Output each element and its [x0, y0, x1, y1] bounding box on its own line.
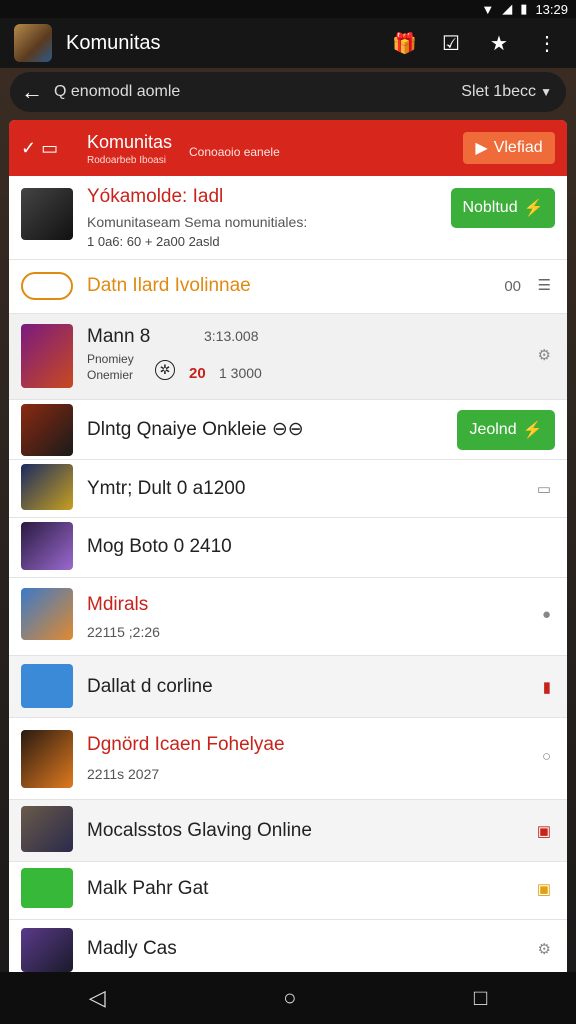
list-item[interactable]: Dallat d corline ▮ — [9, 656, 567, 718]
item-title: Yókamolde: Iadl — [87, 186, 224, 207]
game-thumbnail — [21, 588, 73, 640]
panel-tagline: Conoaoio eanele — [189, 145, 280, 159]
header-action-button[interactable]: ▶ Vlefiad — [463, 132, 555, 164]
section-logo-icon — [21, 272, 73, 300]
signal-icon: ◢ — [502, 1, 513, 16]
join-button-label: Jeolnd — [469, 421, 517, 438]
app-bar: Komunitas 🎁 ☑ ★ ⋮ — [0, 18, 576, 68]
chat-icon[interactable]: ▭ — [537, 480, 551, 498]
menu-icon[interactable]: ☰ — [538, 276, 551, 294]
item-time: 2211s 2027 — [87, 766, 160, 782]
list-item[interactable]: Malk Pahr Gat ▣ — [9, 862, 567, 920]
item-title: Malk Pahr Gat — [87, 878, 209, 899]
game-thumbnail — [21, 324, 73, 388]
battery-icon: ▮ — [520, 1, 528, 16]
list-item[interactable]: Dlntg Qnaiye Onkleie ⊖⊖ Jeolnd ⚡ — [9, 400, 567, 460]
back-nav-icon[interactable]: ◁ — [89, 985, 106, 1011]
item-description: Komunitaseam Sema nomunitiales: — [87, 214, 308, 230]
chevron-down-icon[interactable]: ▼ — [540, 85, 552, 99]
join-button[interactable]: Nobltud ⚡ — [451, 188, 555, 228]
game-thumbnail — [21, 730, 73, 788]
gift-icon[interactable]: 🎁 — [392, 31, 417, 56]
list-item[interactable]: Yókamolde: Iadl Komunitaseam Sema nomuni… — [9, 176, 567, 260]
list-item[interactable]: Madly Cas ⚙ — [9, 920, 567, 972]
lightning-icon: ⚡ — [523, 200, 544, 217]
item-title: Datn Ilard Ivolinnae — [87, 275, 251, 296]
game-thumbnail — [21, 868, 73, 908]
item-title: Dlntg Qnaiye Onkleie ⊖⊖ — [87, 419, 304, 440]
game-thumbnail — [21, 806, 73, 852]
clock: 13:29 — [535, 1, 568, 17]
item-number: 1 3000 — [219, 365, 262, 381]
list-item[interactable]: Mdirals 22115 ;2:26 ● — [9, 578, 567, 656]
item-time: 22115 ;2:26 — [87, 624, 160, 640]
game-thumbnail — [21, 664, 73, 708]
more-vert-icon[interactable]: ⋮ — [536, 31, 558, 56]
play-icon: ▶ — [475, 140, 488, 157]
header-action-label: Vlefiad — [493, 139, 543, 156]
panel-subtitle: Rodoarbeb Iboasi — [87, 155, 166, 166]
brand-logo-icon: ✓ ▭ — [21, 137, 59, 158]
game-thumbnail — [21, 188, 73, 240]
system-nav-bar: ◁ ○ □ — [0, 972, 576, 1024]
game-thumbnail — [21, 404, 73, 456]
badge-icon: ▣ — [536, 823, 551, 840]
item-title: Mog Boto 0 2410 — [87, 536, 232, 557]
badge-icon: ▮ — [542, 679, 551, 696]
list-item[interactable]: Mocalsstos Glaving Online ▣ — [9, 800, 567, 862]
item-title: Mdirals — [87, 594, 149, 615]
lightning-icon: ⚡ — [522, 422, 543, 439]
item-label-2: Onemier — [87, 368, 134, 382]
status-dot-icon: ● — [541, 606, 551, 623]
item-title: Ymtr; Dult 0 a1200 — [87, 478, 246, 499]
item-count: 00 — [504, 278, 521, 295]
back-arrow-icon[interactable]: ← — [10, 79, 54, 105]
item-title: Mann 8 — [87, 326, 151, 347]
item-time: 3:13.008 — [204, 328, 259, 344]
item-highlight: 20 — [189, 365, 206, 382]
join-button-label: Nobltud — [462, 199, 518, 216]
game-thumbnail — [21, 928, 73, 972]
radio-icon[interactable]: ○ — [542, 748, 551, 765]
recents-nav-icon[interactable]: □ — [474, 985, 487, 1011]
game-thumbnail — [21, 464, 73, 510]
item-title: Madly Cas — [87, 938, 177, 959]
wifi-icon: ▼ — [481, 1, 495, 17]
gear-icon[interactable]: ✲ — [155, 360, 175, 380]
list-item[interactable]: Mann 8 3:13.008 Pnomiey Onemier ✲ 20 1 3… — [9, 314, 567, 400]
badge-icon: ▣ — [536, 881, 551, 898]
app-title: Komunitas — [66, 31, 161, 54]
home-nav-icon[interactable]: ○ — [283, 985, 296, 1011]
search-bar[interactable]: ← Q enomodl aomle Slet 1becc ▼ — [10, 72, 566, 112]
list-item[interactable]: Mog Boto 0 2410 — [9, 518, 567, 578]
item-title: Mocalsstos Glaving Online — [87, 820, 312, 841]
status-bar: ▼ ◢ ▮ 13:29 — [0, 0, 576, 18]
panel-header: ✓ ▭ Komunitas Rodoarbeb Iboasi Conoaoio … — [9, 120, 567, 176]
settings-icon[interactable]: ⚙ — [538, 346, 551, 364]
community-list-panel: ✓ ▭ Komunitas Rodoarbeb Iboasi Conoaoio … — [9, 120, 567, 972]
settings-icon[interactable]: ⚙ — [538, 940, 551, 958]
list-item[interactable]: Datn Ilard Ivolinnae 00 ☰ — [9, 260, 567, 314]
item-label-1: Pnomiey — [87, 352, 134, 366]
item-title: Dgnörd Icaen Fohelyae — [87, 734, 285, 755]
item-title: Dallat d corline — [87, 676, 213, 697]
item-meta: 1 0a6: 60 + 2a00 2asld — [87, 234, 220, 249]
search-input[interactable]: Q enomodl aomle — [54, 83, 461, 101]
panel-title: Komunitas — [87, 132, 173, 152]
list-item[interactable]: Dgnörd Icaen Fohelyae 2211s 2027 ○ — [9, 718, 567, 800]
community-avatar[interactable] — [14, 24, 52, 62]
game-thumbnail — [21, 522, 73, 570]
check-box-icon[interactable]: ☑ — [440, 31, 462, 56]
sort-dropdown[interactable]: Slet 1becc — [461, 83, 536, 101]
join-button[interactable]: Jeolnd ⚡ — [457, 410, 555, 450]
star-icon[interactable]: ★ — [488, 31, 510, 56]
list-item[interactable]: Ymtr; Dult 0 a1200 ▭ — [9, 460, 567, 518]
